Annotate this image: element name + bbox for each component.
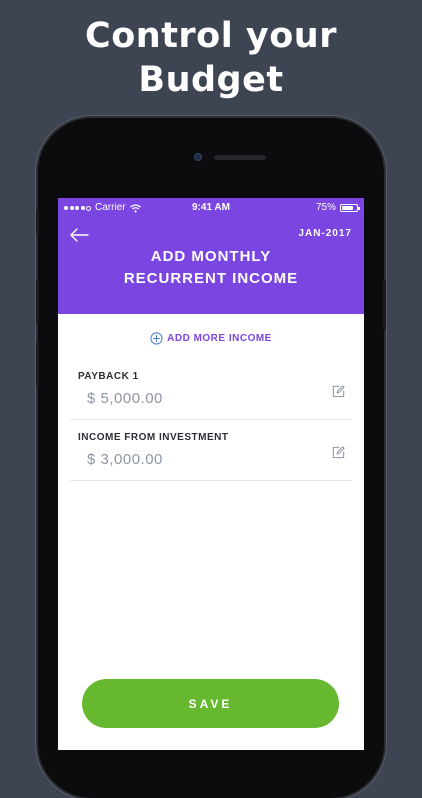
header-area: Carrier 9:41 AM 75% JAN-2017 ADD MONTHLY [58, 198, 364, 314]
income-amount: $ 3,000.00 [87, 451, 163, 468]
edit-icon[interactable] [331, 445, 346, 460]
app-screen: Carrier 9:41 AM 75% JAN-2017 ADD MONTHLY [58, 198, 364, 750]
volume-down-button [36, 342, 39, 386]
status-right: 75% [315, 198, 360, 218]
front-camera [194, 153, 202, 161]
income-item-payback: PAYBACK 1 $ 5,000.00 [70, 358, 352, 420]
promo-headline: Control your Budget [0, 14, 422, 102]
status-bar: Carrier 9:41 AM 75% [58, 198, 364, 218]
income-label: INCOME FROM INVESTMENT [78, 432, 229, 443]
promo-headline-line-2: Budget [138, 60, 284, 100]
battery-icon [340, 204, 360, 212]
promo-headline-line-1: Control your [85, 16, 337, 56]
mute-switch [36, 210, 39, 234]
income-amount: $ 5,000.00 [87, 390, 163, 407]
volume-up-button [36, 280, 39, 324]
add-more-income-label: ADD MORE INCOME [167, 333, 272, 344]
save-button[interactable]: SAVE [82, 679, 339, 728]
page-title: ADD MONTHLY RECURRENT INCOME [58, 246, 364, 290]
edit-icon[interactable] [331, 384, 346, 399]
month-label[interactable]: JAN-2017 [298, 228, 352, 239]
back-arrow-icon[interactable] [66, 222, 92, 248]
power-button [383, 280, 386, 330]
battery-fill [342, 206, 353, 210]
battery-percentage: 75% [315, 202, 336, 213]
income-item-investment: INCOME FROM INVESTMENT $ 3,000.00 [70, 419, 352, 481]
page-title-line-1: ADD MONTHLY [150, 248, 272, 265]
page-title-line-2: RECURRENT INCOME [123, 270, 299, 287]
add-more-income-button[interactable]: ADD MORE INCOME [58, 332, 364, 345]
plus-circle-icon [150, 332, 163, 345]
income-label: PAYBACK 1 [78, 371, 139, 382]
earpiece-speaker [214, 155, 266, 160]
